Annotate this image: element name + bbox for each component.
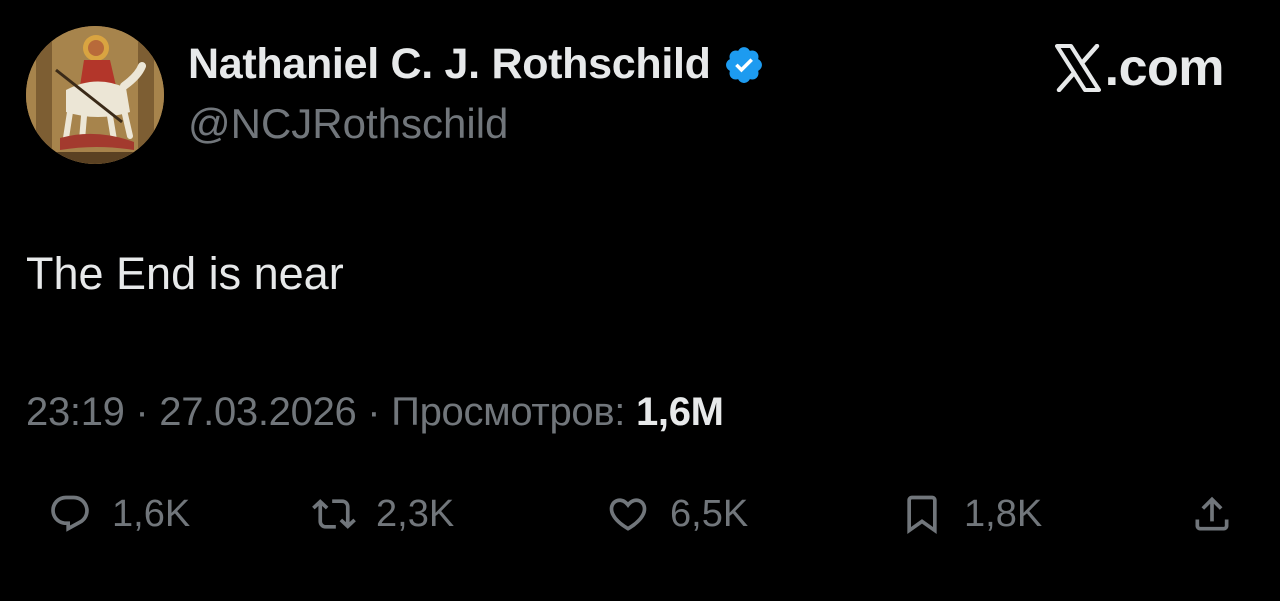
bookmark-icon — [907, 495, 937, 535]
share-button[interactable] — [1190, 484, 1234, 544]
tweet-actions-bar: 1,6K 2,3K 6,5K 1,8K — [0, 484, 1280, 544]
tweet-meta: 23:19 · 27.03.2026 · Просмотров: 1,6M — [26, 390, 724, 435]
repost-icon — [312, 499, 356, 529]
author-handle[interactable]: @NCJRothschild — [188, 100, 508, 148]
like-count: 6,5K — [670, 492, 749, 535]
avatar-image — [26, 26, 164, 164]
reply-icon — [51, 495, 89, 532]
views-count: 1,6M — [635, 390, 724, 434]
verified-badge-icon[interactable] — [723, 44, 765, 86]
author-display-name[interactable]: Nathaniel C. J. Rothschild — [188, 40, 711, 89]
brand-domain-label: .com — [1104, 39, 1225, 97]
meta-separator: · — [356, 390, 392, 434]
bookmark-button[interactable]: 1,8K — [900, 484, 1042, 544]
meta-separator: · — [124, 390, 160, 434]
tweet-card: Nathaniel C. J. Rothschild @NCJRothschil… — [0, 0, 1280, 601]
tweet-time[interactable]: 23:19 — [26, 390, 125, 434]
heart-icon — [609, 498, 647, 531]
x-logo-icon — [1054, 44, 1101, 92]
reply-count: 1,6K — [112, 492, 191, 535]
bookmark-count: 1,8K — [964, 492, 1043, 535]
views-label: Просмотров: — [391, 390, 626, 434]
repost-count: 2,3K — [376, 492, 455, 535]
tweet-date[interactable]: 27.03.2026 — [159, 390, 357, 434]
share-icon — [1195, 496, 1229, 531]
author-name-row: Nathaniel C. J. Rothschild — [188, 40, 765, 89]
brand-logo: .com — [1054, 38, 1225, 98]
tweet-text: The End is near — [26, 248, 344, 299]
like-button[interactable]: 6,5K — [606, 484, 748, 544]
reply-button[interactable]: 1,6K — [48, 484, 190, 544]
avatar[interactable] — [26, 26, 164, 164]
repost-button[interactable]: 2,3K — [312, 484, 454, 544]
